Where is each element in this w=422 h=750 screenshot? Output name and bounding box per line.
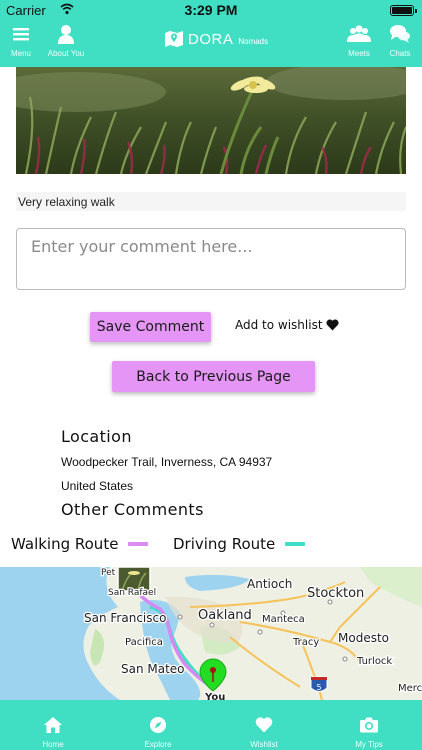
- map-label-san-francisco: San Francisco: [84, 611, 166, 625]
- walking-route-legend: Walking Route: [11, 535, 149, 553]
- tab-my-tips[interactable]: My Tips: [334, 716, 404, 749]
- about-you-button[interactable]: About You: [41, 23, 91, 58]
- back-button[interactable]: Back to Previous Page: [112, 361, 315, 392]
- review-text: Very relaxing walk: [16, 192, 406, 211]
- chats-button[interactable]: Chats: [375, 23, 422, 58]
- map-label-manteca: Manteca: [262, 614, 305, 625]
- heart-icon: [255, 717, 273, 733]
- map-label-pacifica: Pacifica: [125, 637, 163, 648]
- map-label-tracy: Tracy: [292, 637, 319, 648]
- camera-icon: [360, 717, 378, 733]
- location-country: United States: [61, 479, 134, 493]
- trail-photo: [16, 67, 406, 174]
- brand-subtitle: Nomads: [238, 36, 269, 46]
- clock: 3:29 PM: [184, 2, 238, 18]
- group-icon: [347, 25, 371, 42]
- chat-bubbles-icon: [390, 25, 410, 43]
- other-comments-heading: Other Comments: [61, 500, 204, 519]
- interstate-shield-icon: 5: [310, 676, 328, 692]
- about-you-label: About You: [47, 49, 85, 58]
- chats-label: Chats: [389, 49, 411, 58]
- walking-route-label: Walking Route: [11, 535, 119, 553]
- tab-home[interactable]: Home: [18, 716, 88, 749]
- map-label-you: You: [204, 692, 225, 700]
- menu-label: Menu: [10, 49, 31, 58]
- map-label-san-rafael: San Rafael: [108, 588, 156, 598]
- interstate-number: 5: [316, 683, 321, 692]
- map-canvas: Pet San Rafael Antioch Stockton San Fran…: [0, 567, 422, 700]
- tab-explore-label: Explore: [144, 740, 172, 749]
- map-label-oakland: Oakland: [198, 608, 252, 623]
- brand-logo: DORA Nomads: [164, 28, 268, 50]
- battery-icon: [390, 5, 417, 16]
- driving-route-legend: Driving Route: [173, 535, 306, 553]
- comment-input[interactable]: [16, 228, 406, 290]
- map-label-modesto: Modesto: [338, 631, 389, 645]
- user-icon: [58, 25, 74, 44]
- map-label-petaluma: Pet: [101, 568, 116, 578]
- driving-route-swatch: [285, 542, 306, 546]
- brand-name: DORA: [188, 30, 234, 48]
- map-icon: [165, 31, 183, 47]
- map-label-stockton: Stockton: [307, 586, 364, 601]
- bottom-tab-bar: Home Explore Wishlist My Tips: [0, 700, 422, 750]
- map-label-turlock: Turlock: [356, 656, 392, 667]
- menu-button[interactable]: Menu: [0, 23, 46, 58]
- save-comment-button[interactable]: Save Comment: [90, 312, 211, 342]
- status-bar: Carrier 3:29 PM: [0, 0, 422, 20]
- route-map[interactable]: Pet San Rafael Antioch Stockton San Fran…: [0, 567, 422, 700]
- add-to-wishlist-button[interactable]: Add to wishlist: [235, 318, 339, 332]
- tab-explore[interactable]: Explore: [123, 716, 193, 749]
- home-icon: [44, 717, 62, 733]
- top-nav: Menu About You DORA Nomads Meets Chats: [0, 20, 422, 67]
- tab-my-tips-label: My Tips: [355, 740, 383, 749]
- map-label-antioch: Antioch: [247, 577, 292, 591]
- map-label-merced: Merc: [398, 683, 422, 694]
- tab-home-label: Home: [42, 740, 64, 749]
- wishlist-label: Add to wishlist: [235, 318, 323, 332]
- compass-icon: [150, 717, 166, 733]
- tab-wishlist-label: Wishlist: [250, 740, 278, 749]
- flower-image: [16, 67, 406, 174]
- location-address: Woodpecker Trail, Inverness, CA 94937: [61, 455, 273, 469]
- tab-wishlist[interactable]: Wishlist: [229, 716, 299, 749]
- walking-route-swatch: [128, 542, 149, 546]
- location-heading: Location: [61, 427, 132, 446]
- heart-icon: [326, 319, 339, 331]
- driving-route-label: Driving Route: [173, 535, 276, 553]
- hamburger-icon: [13, 28, 29, 41]
- map-label-san-mateo: San Mateo: [121, 662, 185, 676]
